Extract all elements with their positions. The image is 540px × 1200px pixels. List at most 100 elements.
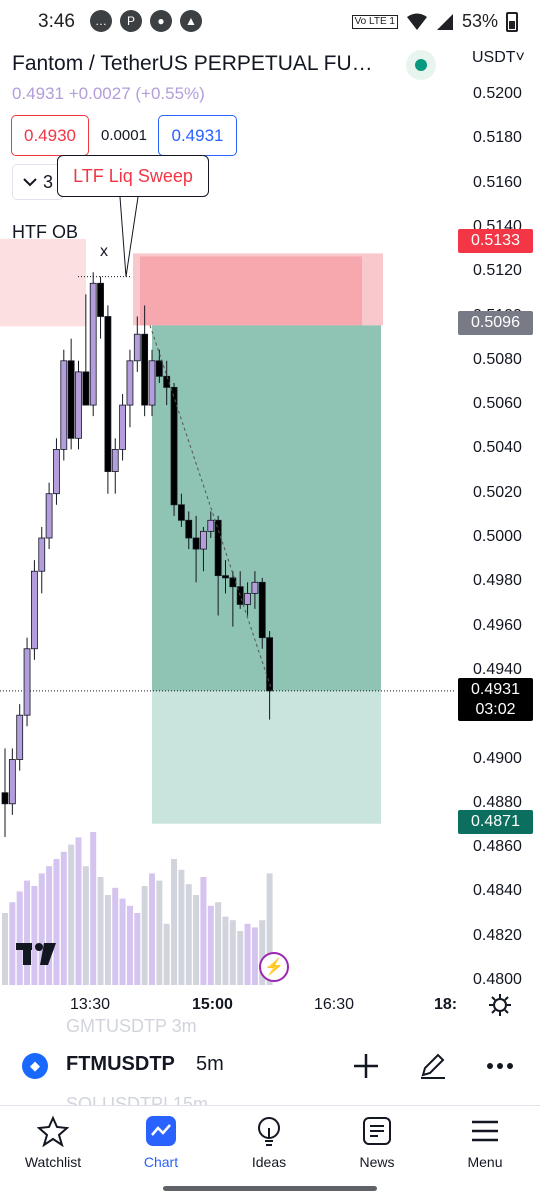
candle-body [89, 282, 97, 406]
candle-body [141, 333, 149, 406]
candle-body [207, 519, 215, 532]
candle-body [30, 570, 38, 650]
price-chart[interactable] [0, 150, 540, 985]
volume-bar [193, 895, 200, 985]
status-time: 3:46 [38, 11, 75, 32]
price-tick-label: 0.5160 [473, 173, 522, 191]
volume-bar [16, 891, 23, 985]
candle-body [60, 360, 68, 450]
prev-symbol-ghost: GMTUSDTP 3m [66, 1016, 197, 1036]
volume-bar [222, 916, 229, 985]
price-tick-label: 0.5040 [473, 439, 522, 457]
more-button[interactable] [482, 1048, 518, 1084]
spread-value: 0.0001 [94, 115, 154, 156]
nav-label: Watchlist [24, 1154, 82, 1170]
nav-ideas[interactable]: Ideas [224, 1114, 314, 1170]
candle-body [214, 519, 222, 577]
volume-bar [178, 869, 185, 985]
lightbulb-icon [258, 1117, 280, 1146]
chevron-down-icon [23, 178, 37, 187]
timeframe-selector[interactable]: 5m [196, 1053, 224, 1076]
htf-ob-zone [0, 238, 86, 327]
menu-icon [472, 1120, 498, 1142]
volume-bar [126, 905, 133, 985]
sell-button[interactable]: 0.4930 [11, 115, 89, 156]
price-tick-label: 0.4940 [473, 660, 522, 678]
price-tick-label: 0.5020 [473, 483, 522, 501]
price-tick-label: 0.5060 [473, 395, 522, 413]
candle-body [119, 404, 126, 450]
gear-icon[interactable] [488, 993, 512, 1017]
symbol-ticker[interactable]: FTMUSDTP [66, 1053, 175, 1076]
volume-bar [119, 898, 126, 985]
nav-menu[interactable]: Menu [440, 1114, 530, 1170]
candle-body [155, 360, 163, 377]
volume-bar [90, 832, 97, 985]
candle-body [1, 792, 9, 805]
currency-selector[interactable]: USDT˅ [472, 49, 525, 67]
candle-body [222, 575, 229, 579]
candle-body [16, 714, 24, 760]
liq-sweep-callout[interactable]: LTF Liq Sweep [57, 155, 209, 197]
volume-bar [141, 886, 148, 985]
volume-bar [185, 884, 192, 985]
nav-news[interactable]: News [332, 1114, 422, 1170]
more-dots-icon [487, 1063, 513, 1069]
sweep-marker[interactable]: x [100, 243, 108, 261]
chart-icon [146, 1116, 176, 1146]
candle-body [192, 537, 200, 550]
home-indicator[interactable] [163, 1186, 377, 1191]
price-tick-label: 0.4860 [473, 838, 522, 856]
wifi-icon [406, 13, 427, 30]
volume-bar [171, 859, 178, 985]
candle-body [126, 360, 134, 406]
market-open-indicator[interactable] [406, 50, 436, 80]
price-tick-label: 0.5180 [473, 129, 522, 147]
buy-button[interactable]: 0.4931 [158, 115, 237, 156]
volume-bar [149, 873, 155, 985]
indicators-collapse-button[interactable]: 3 [13, 165, 63, 199]
nav-label: Chart [143, 1154, 179, 1170]
volume-bar [75, 837, 82, 985]
nav-watchlist[interactable]: Watchlist [8, 1114, 98, 1170]
bar-countdown: 03:02 [475, 701, 516, 718]
volume-bar [2, 913, 8, 985]
price-tick-label: 0.4960 [473, 616, 522, 634]
volume-bar [237, 931, 244, 985]
tradingview-logo [16, 943, 56, 965]
htf-ob-label[interactable]: HTF OB [12, 222, 78, 243]
price-tick-label: 0.5080 [473, 350, 522, 368]
candle-body [38, 537, 46, 572]
battery-icon [506, 11, 518, 32]
profit-zone-remaining [152, 690, 381, 824]
lightning-icon[interactable]: ⚡ [259, 952, 289, 982]
time-label: 13:30 [70, 996, 111, 1013]
volume-bar [24, 880, 31, 985]
stop-loss-zone [140, 256, 362, 326]
star-icon [37, 1115, 69, 1147]
drawing-tools-button[interactable] [414, 1048, 450, 1084]
last-price-tag: 0.4931 03:02 [458, 678, 533, 721]
candle-body [53, 448, 60, 495]
plus-icon [354, 1054, 378, 1078]
nav-chart[interactable]: Chart [116, 1114, 206, 1170]
volume-bar [215, 902, 222, 985]
profit-zone-filled [152, 325, 381, 691]
volume-bar [207, 905, 214, 985]
volume-bar [68, 844, 75, 985]
indicator-count: 3 [42, 171, 53, 192]
candle-body [97, 282, 104, 317]
candle-body [251, 581, 259, 594]
target-price-tag: 0.4871 [458, 810, 533, 834]
fantom-icon: ◆ [22, 1053, 48, 1079]
add-button[interactable] [348, 1048, 384, 1084]
candle-body [244, 592, 251, 605]
candle-body [75, 371, 82, 439]
notification-icons: … P ● ▲ [90, 10, 202, 32]
symbol-bar[interactable]: ◆ FTMUSDTP 5m [0, 1040, 540, 1092]
price-change: 0.4931 +0.0027 (+0.55%) [12, 84, 205, 103]
status-bar: 3:46 … P ● ▲ Vo LTE 1 53% [0, 0, 540, 44]
volume-bar [200, 877, 207, 985]
news-icon [363, 1117, 391, 1145]
symbol-title[interactable]: Fantom / TetherUS PERPETUAL FU… [12, 52, 392, 76]
